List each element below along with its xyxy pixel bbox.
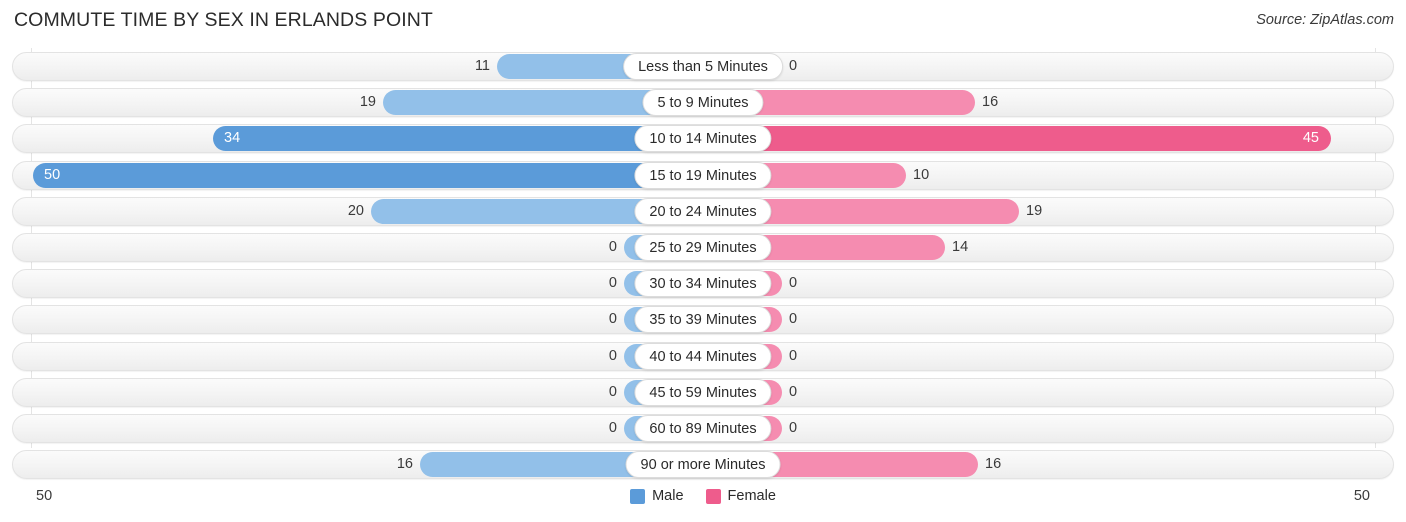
category-label: 40 to 44 Minutes bbox=[634, 342, 772, 370]
value-label-female: 0 bbox=[789, 347, 798, 364]
value-label-female: 0 bbox=[789, 58, 798, 74]
category-label: 90 or more Minutes bbox=[625, 451, 781, 479]
chart-row[interactable]: 50 10 15 to 19 Minutes bbox=[12, 160, 1394, 190]
category-label: 20 to 24 Minutes bbox=[634, 197, 772, 225]
bar-male-fill bbox=[33, 162, 703, 188]
category-label: 45 to 59 Minutes bbox=[634, 378, 772, 406]
value-label-male: 0 bbox=[608, 239, 617, 255]
category-label: 60 to 89 Minutes bbox=[634, 415, 772, 442]
value-label-male: 16 bbox=[396, 456, 413, 473]
value-label-female: 0 bbox=[789, 383, 798, 400]
value-label-male: 19 bbox=[359, 94, 376, 111]
value-label-female: 45 bbox=[1302, 130, 1319, 147]
category-label: 5 to 9 Minutes bbox=[642, 89, 764, 117]
chart-row[interactable]: 20 19 20 to 24 Minutes bbox=[12, 196, 1394, 226]
category-label: 10 to 14 Minutes bbox=[634, 125, 772, 153]
value-label-female: 14 bbox=[952, 239, 969, 255]
bar-female-fill bbox=[703, 126, 1331, 152]
value-label-female: 0 bbox=[789, 311, 798, 328]
legend-label: Female bbox=[727, 488, 776, 504]
chart-row[interactable]: 0 14 25 to 29 Minutes bbox=[12, 233, 1394, 262]
chart-row[interactable]: 19 16 5 to 9 Minutes bbox=[12, 88, 1394, 118]
bar-female[interactable]: 45 bbox=[703, 126, 1331, 152]
value-label-male: 0 bbox=[608, 420, 617, 436]
legend-label: Male bbox=[652, 488, 684, 504]
chart-row[interactable]: 0 0 35 to 39 Minutes bbox=[12, 305, 1394, 335]
category-label: 35 to 39 Minutes bbox=[634, 306, 772, 334]
value-label-male: 50 bbox=[44, 166, 61, 183]
chart-row[interactable]: 11 0 Less than 5 Minutes bbox=[12, 52, 1394, 81]
chart-legend: Male Female bbox=[0, 488, 1406, 504]
bar-male[interactable]: 50 bbox=[33, 162, 703, 188]
value-label-male: 34 bbox=[224, 130, 241, 147]
chart-plot-area: 11 0 Less than 5 Minutes 19 16 5 to 9 Minutes… bbox=[0, 48, 1406, 482]
value-label-male: 11 bbox=[474, 58, 490, 74]
legend-item-male[interactable]: Male bbox=[630, 488, 684, 504]
bar-male-fill bbox=[213, 126, 703, 152]
category-label: 25 to 29 Minutes bbox=[634, 234, 772, 261]
value-label-female: 10 bbox=[913, 166, 930, 183]
value-label-male: 0 bbox=[608, 311, 617, 328]
chart-row[interactable]: 0 0 40 to 44 Minutes bbox=[12, 341, 1394, 371]
chart-row[interactable]: 0 0 30 to 34 Minutes bbox=[12, 269, 1394, 299]
source-attribution: Source: ZipAtlas.com bbox=[1256, 12, 1394, 28]
legend-swatch-icon bbox=[705, 488, 721, 504]
value-label-male: 0 bbox=[608, 275, 617, 292]
chart-row[interactable]: 16 16 90 or more Minutes bbox=[12, 450, 1394, 480]
chart-row[interactable]: 34 45 10 to 14 Minutes bbox=[12, 124, 1394, 154]
value-label-female: 19 bbox=[1026, 202, 1043, 219]
value-label-female: 0 bbox=[789, 275, 798, 292]
category-label: 30 to 34 Minutes bbox=[634, 270, 772, 298]
value-label-male: 0 bbox=[608, 383, 617, 400]
chart-root: COMMUTE TIME BY SEX IN ERLANDS POINT Sou… bbox=[0, 0, 1406, 522]
value-label-female: 0 bbox=[789, 420, 798, 436]
chart-row[interactable]: 0 0 60 to 89 Minutes bbox=[12, 414, 1394, 443]
value-label-female: 16 bbox=[982, 94, 999, 111]
category-label: Less than 5 Minutes bbox=[623, 53, 783, 80]
bar-male[interactable]: 34 bbox=[213, 126, 703, 152]
value-label-male: 0 bbox=[608, 347, 617, 364]
value-label-female: 16 bbox=[985, 456, 1002, 473]
category-label: 15 to 19 Minutes bbox=[634, 161, 772, 189]
legend-item-female[interactable]: Female bbox=[705, 488, 776, 504]
value-label-male: 20 bbox=[347, 202, 364, 219]
page-title: COMMUTE TIME BY SEX IN ERLANDS POINT bbox=[14, 9, 433, 31]
chart-row[interactable]: 0 0 45 to 59 Minutes bbox=[12, 377, 1394, 407]
chart-footer: 50 50 Male Female bbox=[0, 482, 1406, 522]
legend-swatch-icon bbox=[630, 488, 646, 504]
